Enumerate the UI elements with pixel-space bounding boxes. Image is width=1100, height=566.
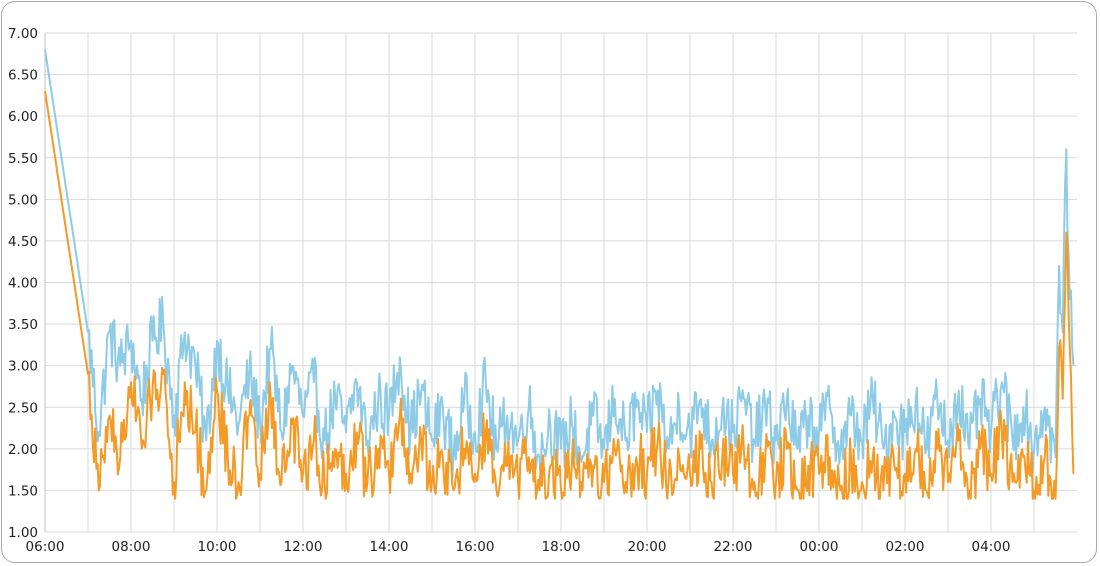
y-tick-label: 2.50	[8, 400, 38, 416]
x-axis-tick-labels: 06:00 08:00 10:00 12:00 14:00 16:00 18:00 20:00…	[26, 539, 1011, 555]
x-tick-label: 10:00	[198, 539, 237, 555]
x-tick-label: 08:00	[112, 539, 151, 555]
series-line-1	[44, 49, 1075, 482]
x-tick-label: 16:00	[456, 539, 495, 555]
series-line-2	[44, 91, 1075, 500]
x-tick-label: 20:00	[628, 539, 667, 555]
y-tick-label: 3.50	[8, 317, 38, 333]
x-tick-label: 02:00	[886, 539, 925, 555]
x-tick-label: 22:00	[714, 539, 753, 555]
y-tick-label: 4.00	[8, 276, 38, 292]
x-tick-label: 00:00	[800, 539, 839, 555]
x-tick-label: 06:00	[26, 539, 65, 555]
x-tick-label: 04:00	[972, 539, 1011, 555]
series-layer	[44, 49, 1075, 500]
x-tick-label: 14:00	[370, 539, 409, 555]
y-tick-label: 3.00	[8, 359, 38, 375]
line-chart: 1.001.502.002.503.003.504.004.505.005.50…	[8, 26, 1077, 555]
y-axis-tick-labels: 1.001.502.002.503.003.504.004.505.005.50…	[8, 26, 38, 541]
y-tick-label: 6.00	[8, 109, 38, 125]
y-tick-label: 5.00	[8, 192, 38, 208]
y-tick-label: 6.50	[8, 68, 38, 84]
y-tick-label: 5.50	[8, 151, 38, 167]
y-tick-label: 2.00	[8, 442, 38, 458]
y-tick-label: 1.50	[8, 483, 38, 499]
y-tick-label: 4.50	[8, 234, 38, 250]
y-tick-label: 7.00	[8, 26, 38, 42]
x-tick-label: 18:00	[542, 539, 581, 555]
x-tick-label: 12:00	[284, 539, 323, 555]
